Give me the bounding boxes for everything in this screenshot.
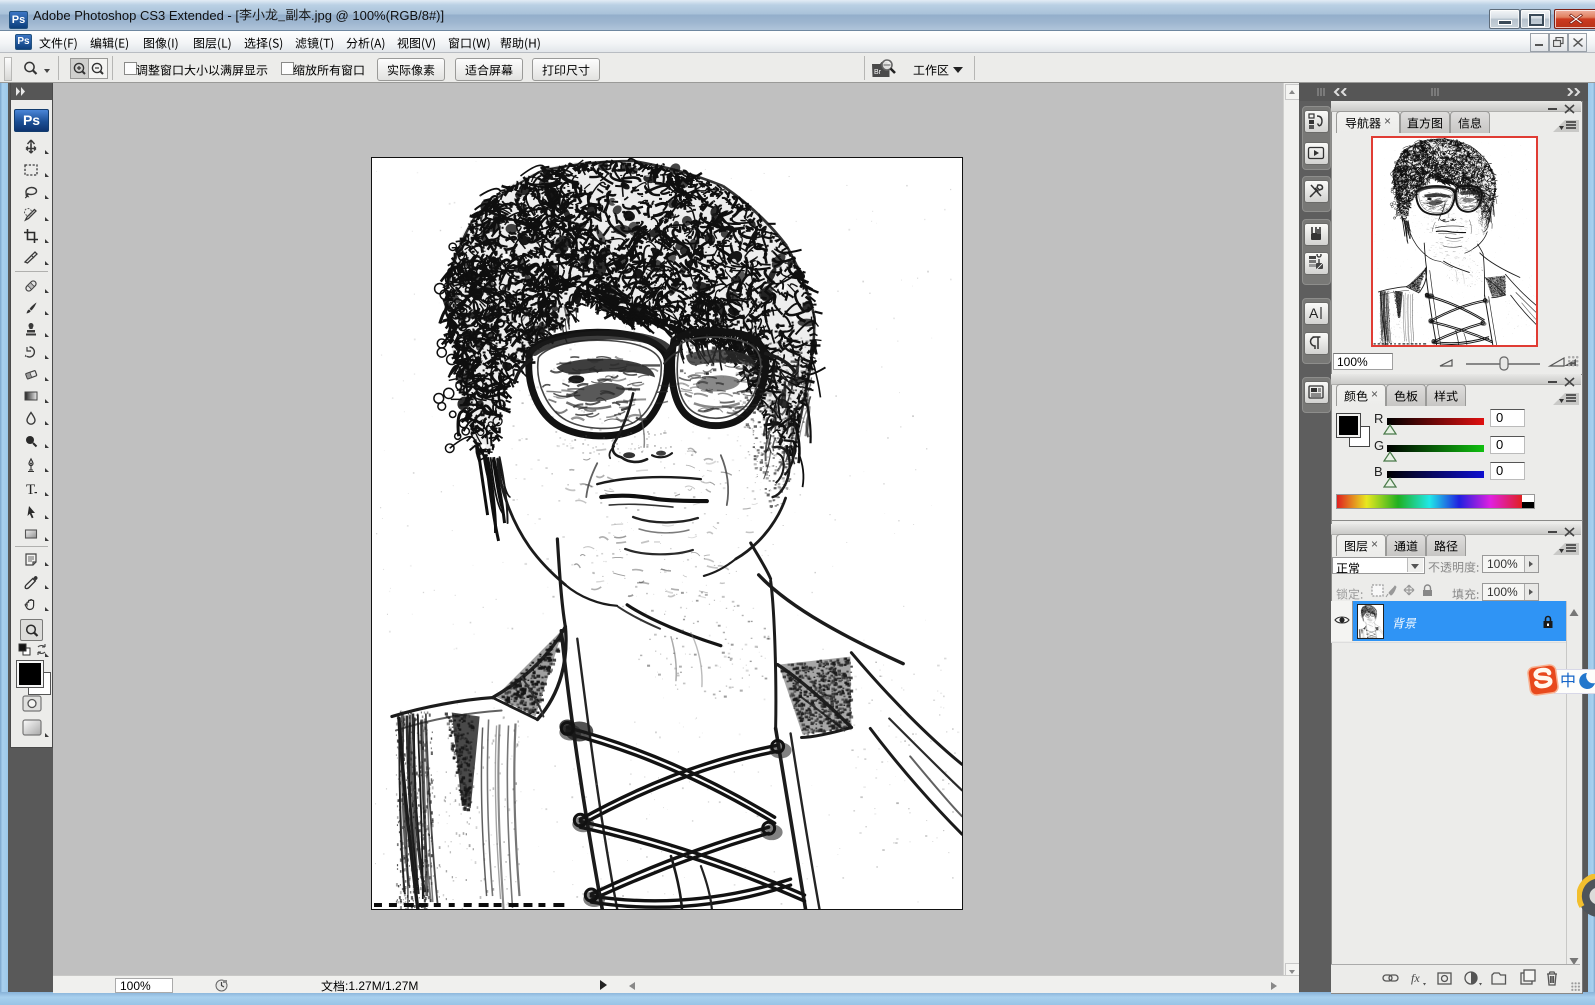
- svg-text:fx: fx: [1411, 971, 1420, 985]
- svg-text:A: A: [1309, 305, 1319, 321]
- svg-text:T: T: [26, 482, 35, 497]
- svg-text:Br: Br: [874, 69, 882, 76]
